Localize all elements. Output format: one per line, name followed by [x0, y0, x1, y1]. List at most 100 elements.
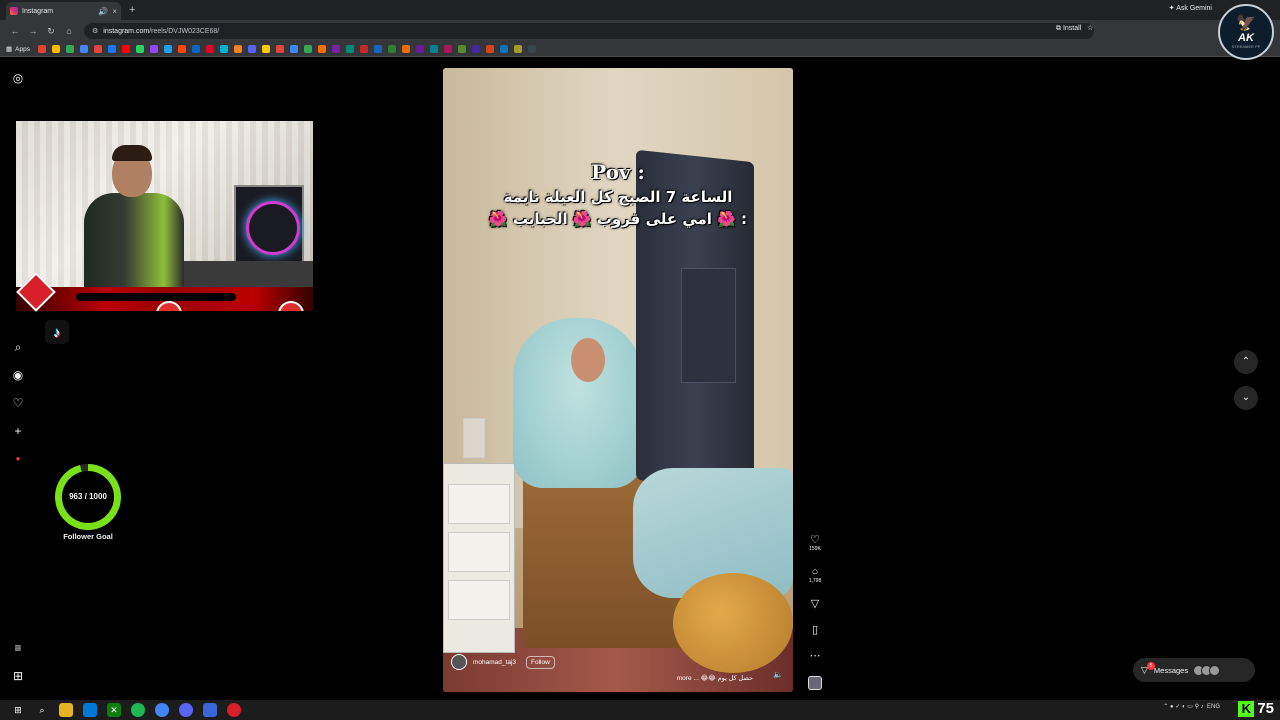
bookmark-favicon-icon[interactable] — [331, 45, 340, 53]
taskbar-search-icon[interactable]: ⌕ — [35, 703, 49, 717]
address-bar[interactable]: ⚙ instagram.com/reels/DVJW023CE68/ — [84, 23, 1094, 39]
search-icon[interactable]: ⌕ — [10, 339, 26, 355]
bookmark-favicon-icon[interactable] — [471, 45, 480, 53]
notifications-heart-icon[interactable]: ♡ — [10, 395, 26, 411]
bookmark-favicon-icon[interactable] — [107, 45, 116, 53]
chrome-icon[interactable] — [155, 703, 169, 717]
caption-pov: Pov : — [591, 160, 645, 184]
spotify-icon[interactable] — [131, 703, 145, 717]
ask-gemini-button[interactable]: ✦ Ask Gemini — [1169, 4, 1212, 12]
app-icon[interactable] — [203, 703, 217, 717]
bookmark-favicon-icon[interactable] — [317, 45, 326, 53]
bookmark-favicon-icon[interactable] — [401, 45, 410, 53]
bookmark-favicon-icon[interactable] — [205, 45, 214, 53]
message-avatars — [1193, 664, 1221, 676]
bookmark-icon[interactable]: ▯ — [804, 624, 826, 636]
new-tab-button[interactable]: + — [129, 4, 135, 16]
save-action[interactable]: ▯ — [804, 624, 826, 636]
also-from-meta-icon[interactable]: ⊞ — [10, 668, 26, 684]
reel-description[interactable]: حصل كل يوم 😂😂 ... more — [677, 674, 753, 682]
xbox-icon[interactable]: ✕ — [107, 703, 121, 717]
like-action[interactable]: ♡ 159K — [804, 534, 826, 553]
discord-icon[interactable] — [179, 703, 193, 717]
bookmark-favicon-icon[interactable] — [373, 45, 382, 53]
tab-instagram[interactable]: Instagram 🔊 × — [6, 2, 121, 20]
drawer — [448, 532, 510, 572]
comment-icon[interactable]: ○ — [804, 566, 826, 578]
bookmark-favicon-icon[interactable] — [513, 45, 522, 53]
more-menu-icon[interactable]: ≡ — [10, 640, 26, 656]
reel-caption: Pov : الساعة 7 الصبح كل العيلة نايمة : 🌺… — [443, 160, 793, 228]
install-label: Install — [1062, 25, 1082, 32]
share-icon[interactable]: ▽ — [804, 598, 826, 610]
bookmark-favicon-icon[interactable] — [387, 45, 396, 53]
bookmark-favicon-icon[interactable] — [415, 45, 424, 53]
bookmark-favicon-icon[interactable] — [289, 45, 298, 53]
bookmark-favicon-icon[interactable] — [485, 45, 494, 53]
eagle-icon: 🦅 — [1236, 14, 1256, 32]
bookmark-favicon-icon[interactable] — [163, 45, 172, 53]
bookmark-favicon-icon[interactable] — [135, 45, 144, 53]
obs-icon[interactable] — [227, 703, 241, 717]
previous-reel-button[interactable]: ⌃ — [1234, 350, 1258, 374]
bookmark-favicon-icon[interactable] — [37, 45, 46, 53]
logo-text: AK — [1238, 31, 1254, 44]
author-avatar[interactable] — [451, 654, 467, 670]
system-tray[interactable]: ⌃ ● ✓ ◐ ▭ ⚲ ♪ ENG — [1163, 703, 1220, 710]
messages-button[interactable]: ▽ 5 Messages — [1133, 658, 1255, 682]
apps-bookmark[interactable]: Apps — [15, 46, 30, 53]
file-explorer-icon[interactable] — [59, 703, 73, 717]
bookmark-favicon-icon[interactable] — [275, 45, 284, 53]
mute-icon[interactable]: 🔈 — [773, 670, 783, 679]
forward-icon[interactable]: → — [24, 26, 42, 36]
more-options-icon[interactable]: ⋯ — [804, 650, 826, 662]
site-info-icon[interactable]: ⚙ — [92, 27, 98, 35]
apps-grid-icon[interactable]: ▦ — [6, 45, 12, 53]
bookmark-favicon-icon[interactable] — [443, 45, 452, 53]
reload-icon[interactable]: ↻ — [42, 26, 60, 37]
bookmark-favicon-icon[interactable] — [429, 45, 438, 53]
home-icon[interactable]: ⌂ — [60, 26, 78, 36]
bookmark-favicon-icon[interactable] — [527, 45, 536, 53]
bookmark-favicon-icon[interactable] — [303, 45, 312, 53]
bookmark-favicon-icon[interactable] — [219, 45, 228, 53]
bookmark-favicon-icon[interactable] — [79, 45, 88, 53]
back-icon[interactable]: ← — [6, 26, 24, 36]
bookmark-favicon-icon[interactable] — [65, 45, 74, 53]
bookmark-favicon-icon[interactable] — [177, 45, 186, 53]
follow-button[interactable]: Follow — [526, 655, 555, 669]
explore-icon[interactable]: ◉ — [10, 367, 26, 383]
comment-action[interactable]: ○ 1,798 — [804, 566, 826, 585]
bookmark-favicon-icon[interactable] — [247, 45, 256, 53]
bookmark-favicon-icon[interactable] — [51, 45, 60, 53]
windows-start-icon[interactable]: ⊞ — [11, 703, 25, 717]
audio-thumbnail[interactable] — [808, 676, 822, 690]
instagram-logo-icon[interactable]: ◎ — [10, 70, 26, 86]
store-icon[interactable] — [83, 703, 97, 717]
speaker-icon[interactable]: 🔊 — [98, 7, 108, 16]
tiktok-icon: ♪ — [45, 320, 69, 344]
bookmark-favicon-icon[interactable] — [233, 45, 242, 53]
create-plus-icon[interactable]: + — [10, 423, 26, 439]
more-options-action[interactable]: ⋯ — [804, 650, 826, 662]
heart-icon[interactable]: ♡ — [804, 534, 826, 546]
bookmark-icons — [37, 45, 542, 53]
bookmark-favicon-icon[interactable] — [149, 45, 158, 53]
bookmark-favicon-icon[interactable] — [93, 45, 102, 53]
bookmark-favicon-icon[interactable] — [345, 45, 354, 53]
bookmark-favicon-icon[interactable] — [261, 45, 270, 53]
bookmark-favicon-icon[interactable] — [499, 45, 508, 53]
tab-title: Instagram — [22, 7, 54, 15]
profile-avatar-icon[interactable]: ● — [10, 451, 26, 467]
install-app-button[interactable]: ⧉ Install ☆ — [1056, 24, 1093, 33]
author-username[interactable]: mohamad_taj3 — [473, 659, 516, 666]
bookmark-favicon-icon[interactable] — [191, 45, 200, 53]
tab-close-button[interactable]: × — [112, 7, 117, 16]
reel-video[interactable]: Pov : الساعة 7 الصبح كل العيلة نايمة : 🌺… — [443, 68, 793, 692]
bookmark-favicon-icon[interactable] — [457, 45, 466, 53]
share-action[interactable]: ▽ — [804, 598, 826, 610]
next-reel-button[interactable]: ⌄ — [1234, 386, 1258, 410]
woman-face — [571, 338, 605, 382]
bookmark-favicon-icon[interactable] — [121, 45, 130, 53]
bookmark-favicon-icon[interactable] — [359, 45, 368, 53]
